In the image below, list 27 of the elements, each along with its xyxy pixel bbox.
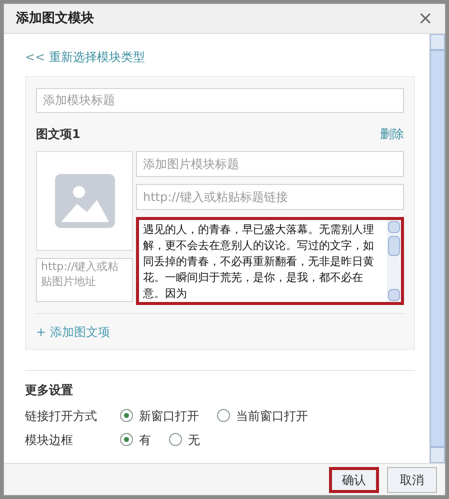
body-text-area[interactable]: 遇见的人，的青春，早已盛大落幕。无需别人理解，更不会去在意别人的议论。写过的文字，如同丢掉的青春，不必再重新翻看，无非是昨日黄花。一瞬间归于荒芜，是你，是我，都不必在意。因为 bbox=[136, 216, 404, 304]
option-label[interactable]: 当前窗口打开 bbox=[236, 406, 308, 424]
settings-title: 更多设置 bbox=[25, 382, 74, 398]
back-link[interactable]: << 重新选择模块类型 bbox=[25, 48, 415, 66]
item-heading: 图文项1 bbox=[36, 126, 80, 142]
option-label[interactable]: 有 bbox=[139, 430, 151, 448]
radio-button[interactable] bbox=[120, 433, 133, 446]
option-label[interactable]: 无 bbox=[188, 430, 200, 448]
option-label[interactable]: 新窗口打开 bbox=[139, 406, 199, 424]
text-field[interactable]: 添加图片模块标题 bbox=[136, 150, 404, 176]
text-field[interactable]: 添加模块标题 bbox=[36, 88, 404, 112]
scrollbar[interactable] bbox=[429, 34, 445, 463]
radio-button[interactable] bbox=[169, 433, 182, 446]
setting-label: 链接打开方式 bbox=[25, 408, 98, 424]
setting-label: 模块边框 bbox=[25, 432, 74, 448]
dialog-button[interactable]: 确认 bbox=[329, 466, 379, 492]
scrollbar[interactable] bbox=[387, 220, 401, 302]
image-placeholder[interactable] bbox=[36, 150, 133, 250]
image-url-field[interactable]: http://键入或粘贴图片地址 bbox=[36, 258, 133, 302]
dialog-button[interactable]: 取消 bbox=[387, 466, 437, 492]
radio-button[interactable] bbox=[217, 409, 230, 422]
window-title: 添加图文模块 bbox=[16, 10, 94, 28]
image-icon bbox=[54, 174, 114, 228]
radio-button[interactable] bbox=[120, 409, 133, 422]
text-field[interactable]: http://键入或粘贴标题链接 bbox=[136, 184, 404, 210]
close-button[interactable]: × bbox=[418, 10, 433, 28]
body-text: 遇见的人，的青春，早已盛大落幕。无需别人理解，更不会去在意别人的议论。写过的文字，如同丢掉的青春，不必再重新翻看，无非是昨日黄花。一瞬间归于荒芜，是你，是我，都不必在意。因为 bbox=[142, 222, 375, 302]
